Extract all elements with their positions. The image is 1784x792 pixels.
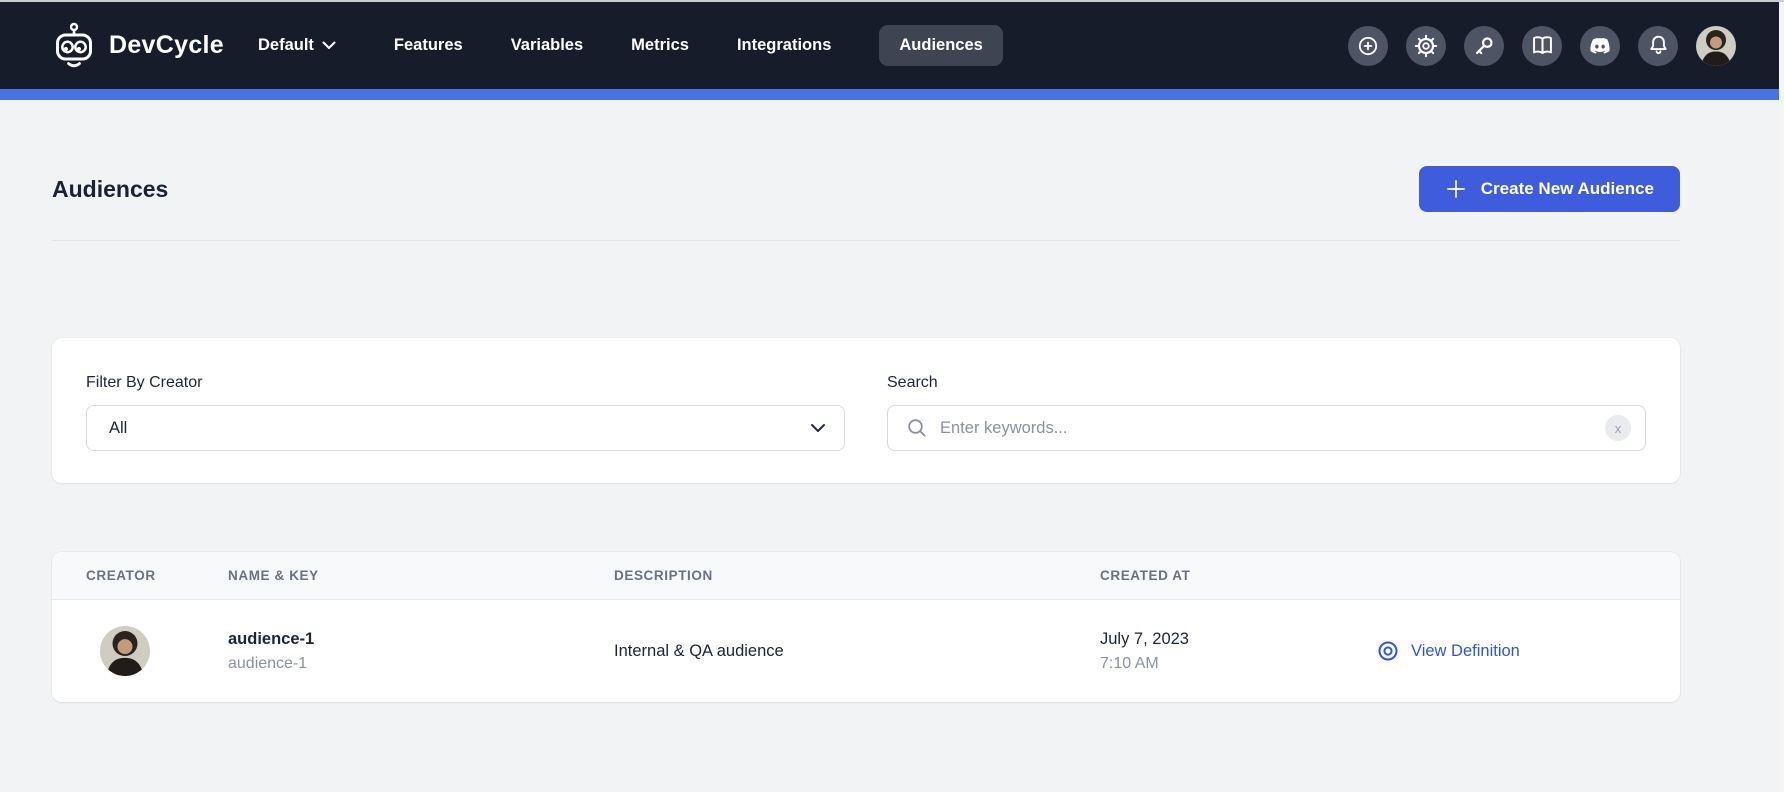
- creator-filter-label: Filter By Creator: [86, 374, 845, 392]
- creator-avatar: [100, 626, 150, 676]
- nav-link-metrics[interactable]: Metrics: [631, 25, 689, 66]
- devcycle-logo[interactable]: DevCycle: [52, 22, 224, 69]
- audiences-table: CREATOR NAME & KEY DESCRIPTION CREATED A…: [52, 552, 1680, 702]
- created-date: July 7, 2023: [1100, 627, 1376, 653]
- table-row[interactable]: audience-1 audience-1 Internal & QA audi…: [52, 600, 1680, 702]
- clear-search-button[interactable]: x: [1605, 415, 1631, 441]
- clear-x-icon: x: [1615, 422, 1622, 435]
- chevron-down-icon: [810, 423, 826, 433]
- api-keys-button[interactable]: [1464, 26, 1504, 66]
- audience-key: audience-1: [228, 652, 614, 675]
- search-label: Search: [887, 374, 1646, 392]
- create-new-audience-label: Create New Audience: [1481, 179, 1654, 199]
- create-new-audience-button[interactable]: Create New Audience: [1419, 166, 1680, 212]
- column-header-creator: CREATOR: [52, 568, 228, 583]
- primary-nav: Features Variables Metrics Integrations …: [394, 25, 1003, 66]
- created-time: 7:10 AM: [1100, 652, 1376, 675]
- settings-button[interactable]: [1406, 26, 1446, 66]
- docs-button[interactable]: [1522, 26, 1562, 66]
- navbar-actions: [1348, 26, 1736, 66]
- column-header-created-at: CREATED AT: [1100, 568, 1376, 583]
- user-avatar[interactable]: [1696, 26, 1736, 66]
- chevron-down-icon: [322, 41, 336, 50]
- creator-filter-group: Filter By Creator All: [86, 374, 845, 451]
- book-icon: [1530, 33, 1555, 58]
- window-top-edge: [0, 0, 1784, 2]
- search-icon: [906, 417, 928, 439]
- creator-filter-value: All: [109, 419, 810, 438]
- gear-icon: [1414, 34, 1438, 58]
- project-selector-label: Default: [258, 36, 314, 55]
- header-divider: [52, 240, 1680, 241]
- nav-link-features[interactable]: Features: [394, 25, 463, 66]
- plus-icon: [1445, 178, 1467, 200]
- accent-bar: [0, 89, 1784, 100]
- search-group: Search x: [887, 374, 1646, 451]
- discord-icon: [1588, 34, 1612, 58]
- audience-description: Internal & QA audience: [614, 642, 784, 660]
- description-cell: Internal & QA audience: [614, 642, 1100, 661]
- nav-link-audiences[interactable]: Audiences: [879, 25, 1002, 66]
- creator-cell: [52, 626, 228, 676]
- brand-wordmark: DevCycle: [109, 31, 224, 60]
- search-box: x: [887, 405, 1646, 451]
- actions-cell: View Definition: [1376, 639, 1680, 663]
- main-content: Audiences Create New Audience Filter By …: [0, 100, 1784, 792]
- create-new-button[interactable]: [1348, 26, 1388, 66]
- audience-name: audience-1: [228, 627, 614, 653]
- filter-card: Filter By Creator All Search: [52, 338, 1680, 483]
- table-header-row: CREATOR NAME & KEY DESCRIPTION CREATED A…: [52, 552, 1680, 600]
- page-header: Audiences Create New Audience: [52, 166, 1680, 212]
- name-key-cell: audience-1 audience-1: [228, 627, 614, 676]
- nav-link-variables[interactable]: Variables: [511, 25, 583, 66]
- page-title: Audiences: [52, 176, 168, 203]
- eye-icon: [1376, 639, 1400, 663]
- devcycle-robot-icon: [52, 22, 96, 69]
- creator-filter-select[interactable]: All: [86, 405, 845, 451]
- nav-link-integrations[interactable]: Integrations: [737, 25, 831, 66]
- top-navbar: DevCycle Default Features Variables Metr…: [0, 2, 1784, 89]
- bell-icon: [1646, 33, 1671, 58]
- column-header-name-key: NAME & KEY: [228, 568, 614, 583]
- discord-button[interactable]: [1580, 26, 1620, 66]
- view-definition-label: View Definition: [1411, 642, 1520, 661]
- search-input[interactable]: [940, 419, 1605, 438]
- plus-circle-icon: [1356, 34, 1380, 58]
- column-header-description: DESCRIPTION: [614, 568, 1100, 583]
- created-at-cell: July 7, 2023 7:10 AM: [1100, 627, 1376, 676]
- view-definition-link[interactable]: View Definition: [1376, 639, 1680, 663]
- notifications-button[interactable]: [1638, 26, 1678, 66]
- window-right-edge: [1779, 2, 1784, 792]
- project-selector-dropdown[interactable]: Default: [258, 36, 336, 55]
- key-icon: [1472, 34, 1496, 58]
